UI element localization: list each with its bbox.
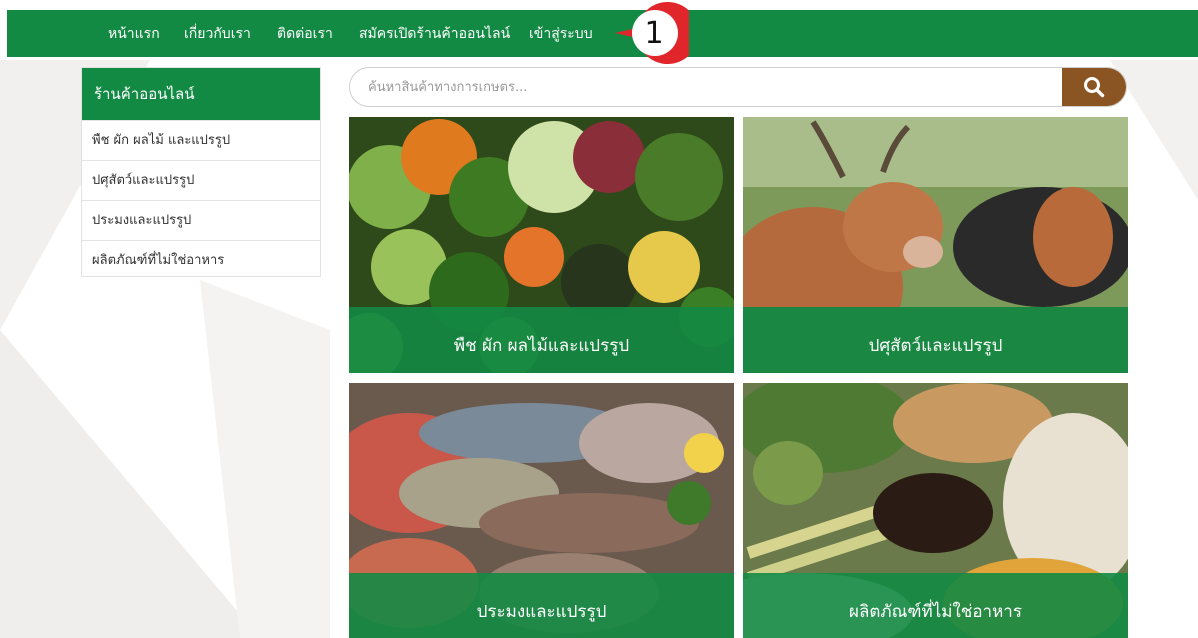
search-button[interactable] xyxy=(1062,68,1126,106)
tile-label: ปศุสัตว์และแปรรูป xyxy=(868,335,1003,356)
sidebar-item-livestock[interactable]: ปศุสัตว์และแปรรูป xyxy=(82,160,320,200)
category-tile-non-food[interactable]: ผลิตภัณฑ์ที่ไม่ใช่อาหาร xyxy=(743,383,1128,638)
category-tile-fishery[interactable]: ประมงและแปรรูป xyxy=(349,383,734,638)
callout-number: 1 xyxy=(644,15,664,51)
nav-about[interactable]: เกี่ยวกับเรา xyxy=(184,25,251,43)
sidebar-categories: ร้านค้าออนไลน์ พืช ผัก ผลไม้ และแปรรูป ป… xyxy=(81,67,321,277)
top-navigation-bar: หน้าแรก เกี่ยวกับเรา ติดต่อเรา สมัครเปิด… xyxy=(7,10,1198,57)
nav-contact[interactable]: ติดต่อเรา xyxy=(277,25,333,43)
sidebar-item-plants[interactable]: พืช ผัก ผลไม้ และแปรรูป xyxy=(82,120,320,160)
nav-login[interactable]: เข้าสู่ระบบ xyxy=(529,25,593,43)
nav-home[interactable]: หน้าแรก xyxy=(108,25,160,43)
tile-label: พืช ผัก ผลไม้และแปรรูป xyxy=(453,335,630,356)
sidebar-item-non-food[interactable]: ผลิตภัณฑ์ที่ไม่ใช่อาหาร xyxy=(82,240,320,280)
sidebar-item-fishery[interactable]: ประมงและแปรรูป xyxy=(82,200,320,240)
tile-label: ผลิตภัณฑ์ที่ไม่ใช่อาหาร xyxy=(849,601,1022,622)
search-input[interactable] xyxy=(350,68,1062,106)
search-icon xyxy=(1084,77,1105,98)
search-bar xyxy=(349,67,1127,107)
nav-register-shop[interactable]: สมัครเปิดร้านค้าออนไลน์ xyxy=(359,25,510,43)
category-tile-plants[interactable]: พืช ผัก ผลไม้และแปรรูป xyxy=(349,117,734,373)
category-tile-livestock[interactable]: ปศุสัตว์และแปรรูป xyxy=(743,117,1128,373)
tile-label: ประมงและแปรรูป xyxy=(476,601,607,622)
sidebar-title: ร้านค้าออนไลน์ xyxy=(82,68,320,120)
